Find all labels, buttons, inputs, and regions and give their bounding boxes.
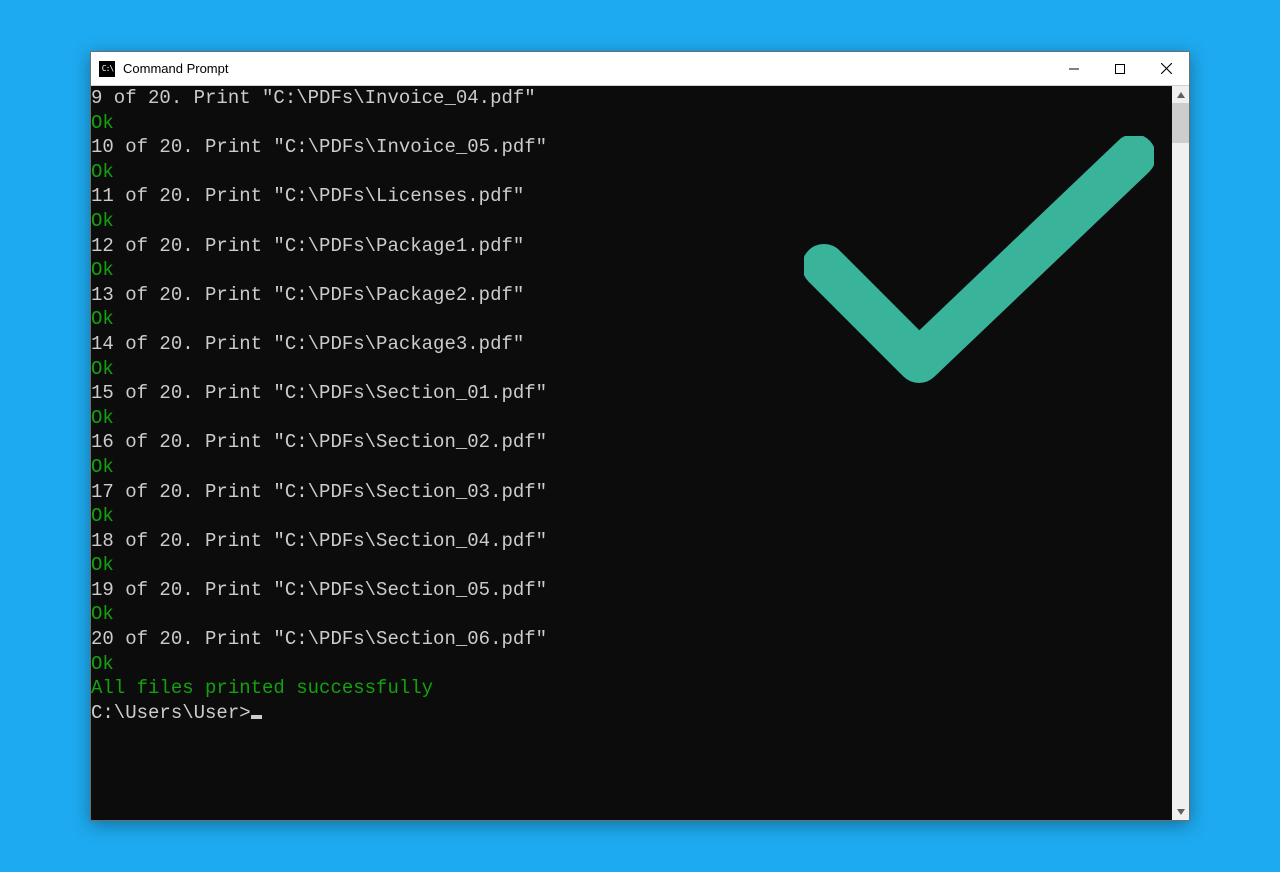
scroll-thumb[interactable]: [1172, 103, 1189, 143]
output-line: 17 of 20. Print "C:\PDFs\Section_03.pdf": [91, 480, 1172, 505]
status-ok-line: Ok: [91, 553, 1172, 578]
output-line: 18 of 20. Print "C:\PDFs\Section_04.pdf": [91, 529, 1172, 554]
close-button[interactable]: [1143, 52, 1189, 85]
status-ok-line: Ok: [91, 111, 1172, 136]
terminal-output[interactable]: 9 of 20. Print "C:\PDFs\Invoice_04.pdf"O…: [91, 86, 1172, 820]
window-title: Command Prompt: [123, 61, 1051, 76]
output-line: 19 of 20. Print "C:\PDFs\Section_05.pdf": [91, 578, 1172, 603]
output-line: 16 of 20. Print "C:\PDFs\Section_02.pdf": [91, 430, 1172, 455]
output-line: 9 of 20. Print "C:\PDFs\Invoice_04.pdf": [91, 86, 1172, 111]
command-prompt-window: C:\ Command Prompt 9 of 20. Print "C:\PD…: [90, 51, 1190, 821]
scroll-track[interactable]: [1172, 103, 1189, 803]
output-line: 20 of 20. Print "C:\PDFs\Section_06.pdf": [91, 627, 1172, 652]
status-ok-line: Ok: [91, 455, 1172, 480]
status-ok-line: Ok: [91, 258, 1172, 283]
titlebar[interactable]: C:\ Command Prompt: [91, 52, 1189, 86]
status-ok-line: Ok: [91, 307, 1172, 332]
prompt-line[interactable]: C:\Users\User>: [91, 701, 1172, 726]
status-ok-line: Ok: [91, 652, 1172, 677]
output-line: 15 of 20. Print "C:\PDFs\Section_01.pdf": [91, 381, 1172, 406]
output-line: 14 of 20. Print "C:\PDFs\Package3.pdf": [91, 332, 1172, 357]
vertical-scrollbar[interactable]: [1172, 86, 1189, 820]
scroll-up-arrow[interactable]: [1172, 86, 1189, 103]
output-line: 11 of 20. Print "C:\PDFs\Licenses.pdf": [91, 184, 1172, 209]
success-message: All files printed successfully: [91, 676, 1172, 701]
status-ok-line: Ok: [91, 357, 1172, 382]
maximize-button[interactable]: [1097, 52, 1143, 85]
minimize-button[interactable]: [1051, 52, 1097, 85]
output-line: 10 of 20. Print "C:\PDFs\Invoice_05.pdf": [91, 135, 1172, 160]
scroll-down-arrow[interactable]: [1172, 803, 1189, 820]
output-line: 13 of 20. Print "C:\PDFs\Package2.pdf": [91, 283, 1172, 308]
cursor: [251, 715, 262, 719]
status-ok-line: Ok: [91, 406, 1172, 431]
status-ok-line: Ok: [91, 160, 1172, 185]
status-ok-line: Ok: [91, 504, 1172, 529]
terminal-area: 9 of 20. Print "C:\PDFs\Invoice_04.pdf"O…: [91, 86, 1189, 820]
status-ok-line: Ok: [91, 209, 1172, 234]
status-ok-line: Ok: [91, 602, 1172, 627]
window-controls: [1051, 52, 1189, 85]
cmd-icon: C:\: [99, 61, 115, 77]
output-line: 12 of 20. Print "C:\PDFs\Package1.pdf": [91, 234, 1172, 259]
